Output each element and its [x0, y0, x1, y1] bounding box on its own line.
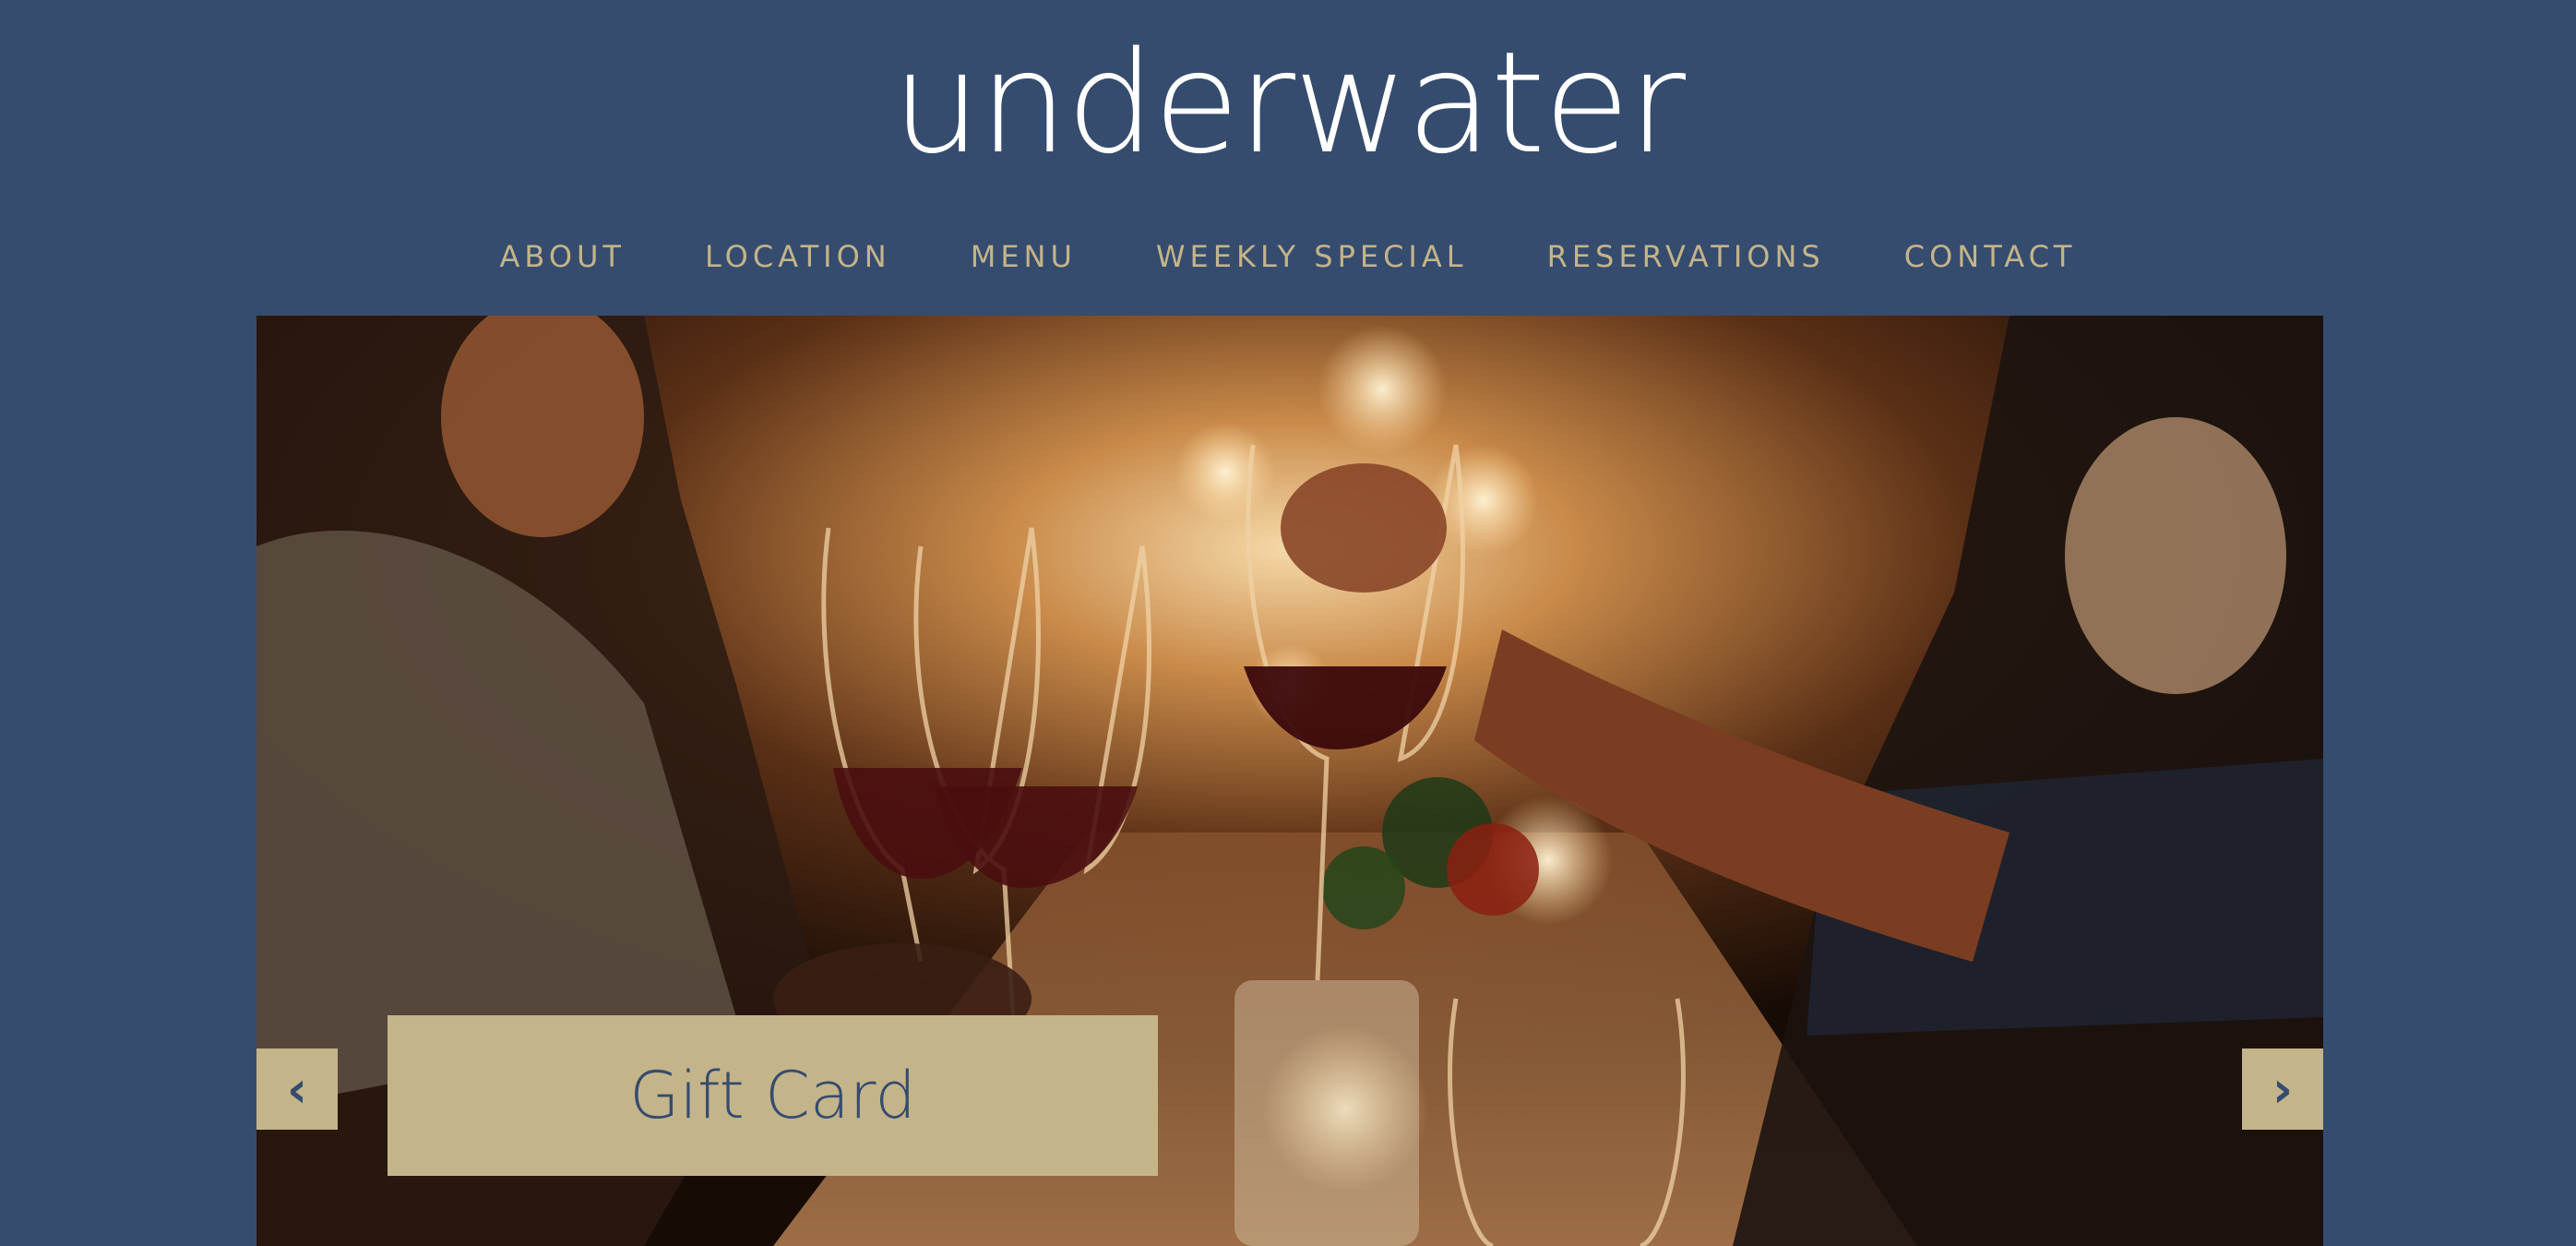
chevron-right-icon: ›: [2272, 1060, 2294, 1119]
slider-prev-button[interactable]: ‹: [256, 1048, 338, 1130]
nav-link-menu[interactable]: MENU: [971, 231, 1077, 282]
nav-item-contact: CONTACT: [1904, 231, 2077, 282]
nav-link-location[interactable]: LOCATION: [705, 231, 891, 282]
nav-item-about: ABOUT: [500, 231, 626, 282]
nav-link-contact[interactable]: CONTACT: [1904, 231, 2077, 282]
chevron-left-icon: ‹: [286, 1060, 308, 1119]
gift-card-caption[interactable]: Gift Card: [388, 1015, 1158, 1176]
nav-item-location: LOCATION: [705, 231, 891, 282]
nav-link-about[interactable]: ABOUT: [500, 231, 626, 282]
nav-item-weekly-special: WEEKLY SPECIAL: [1156, 231, 1468, 282]
nav-link-weekly-special[interactable]: WEEKLY SPECIAL: [1156, 231, 1468, 282]
caption-label: Gift Card: [629, 1058, 916, 1133]
slider-next-button[interactable]: ›: [2242, 1048, 2323, 1130]
nav-item-reservations: RESERVATIONS: [1547, 231, 1825, 282]
main-nav: ABOUT LOCATION MENU WEEKLY SPECIAL RESER…: [0, 231, 2576, 282]
nav-item-menu: MENU: [971, 231, 1077, 282]
site-logo[interactable]: underwater: [0, 20, 2576, 186]
nav-link-reservations[interactable]: RESERVATIONS: [1547, 231, 1825, 282]
